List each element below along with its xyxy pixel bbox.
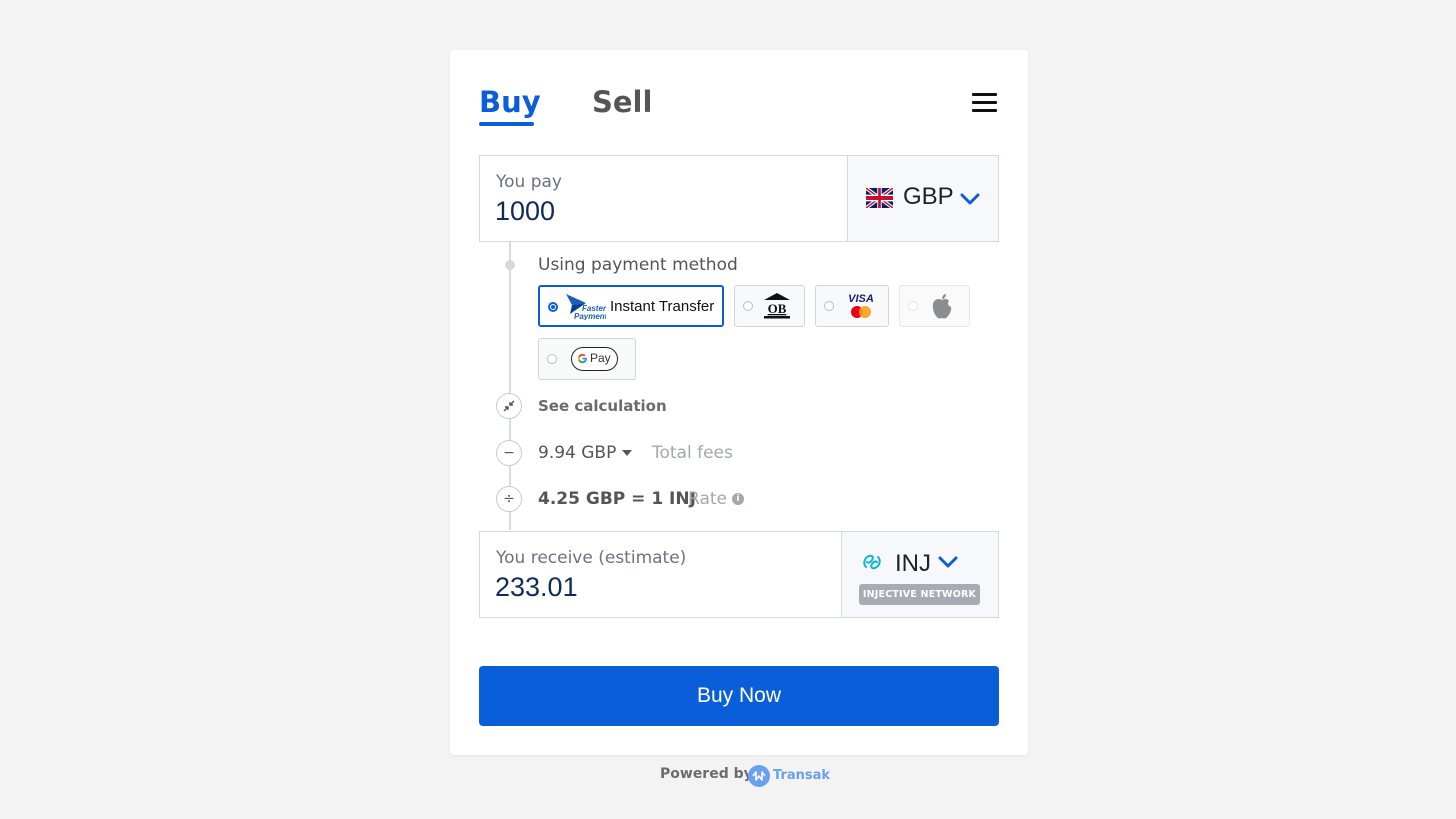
crypto-currency-code: INJ [895, 550, 931, 577]
faster-payments-logo-icon: Faster Payments [566, 294, 606, 320]
rate-label: Rate [688, 489, 727, 509]
crypto-currency-select[interactable]: INJ INJECTIVE NETWORK [841, 532, 998, 617]
fiat-currency-select[interactable]: GBP [847, 156, 998, 241]
transak-logo-icon[interactable] [748, 765, 770, 787]
radio-unselected [547, 354, 557, 364]
total-fees-label: Total fees [652, 443, 733, 463]
google-g-icon [577, 353, 587, 364]
divide-icon: ÷ [496, 486, 522, 512]
payment-method-label: Using payment method [538, 255, 738, 275]
visa-mastercard-icon: VISA [848, 293, 874, 318]
info-icon[interactable]: i [732, 493, 744, 505]
svg-text:Payments: Payments [574, 312, 606, 320]
pay-label: You pay [496, 172, 562, 192]
payment-option-apple-pay[interactable] [899, 285, 970, 327]
active-tab-indicator [479, 122, 534, 126]
uk-flag-icon [866, 188, 893, 208]
buy-now-button[interactable]: Buy Now [479, 666, 999, 726]
payment-option-card[interactable]: VISA [815, 285, 889, 327]
google-pay-badge: Pay [571, 347, 618, 371]
pay-amount-box: You pay 1000 GBP [479, 155, 999, 242]
collapse-arrows-icon[interactable] [496, 393, 522, 419]
receive-amount-box: You receive (estimate) 233.01 INJ INJECT… [479, 531, 999, 618]
svg-text:OB: OB [768, 301, 787, 316]
total-fees-toggle[interactable]: 9.94 GBP [538, 443, 633, 463]
tab-buy[interactable]: Buy [479, 82, 541, 122]
fiat-currency-code: GBP [903, 183, 954, 210]
chevron-down-icon [960, 193, 980, 205]
minus-icon: − [496, 440, 522, 466]
google-pay-label: Pay [590, 351, 611, 365]
receive-amount-value: 233.01 [495, 572, 578, 602]
timeline-dot [505, 260, 515, 270]
apple-logo-icon [932, 294, 952, 319]
widget-card: Buy Sell You pay 1000 GBP Using payment … [450, 50, 1028, 755]
payment-option-open-banking[interactable]: OB [734, 285, 805, 327]
network-badge: INJECTIVE NETWORK [859, 584, 980, 605]
caret-down-icon [622, 450, 633, 456]
radio-unselected [743, 301, 753, 311]
total-fees-value: 9.94 GBP [538, 443, 617, 463]
svg-text:VISA: VISA [848, 293, 874, 305]
payment-option-google-pay[interactable]: Pay [538, 338, 636, 380]
radio-unselected [824, 301, 834, 311]
instant-transfer-label: Instant Transfer [610, 298, 715, 315]
radio-selected [548, 302, 558, 312]
receive-label: You receive (estimate) [496, 548, 687, 568]
powered-by-label: Powered by [660, 766, 753, 782]
tab-sell[interactable]: Sell [592, 82, 652, 122]
payment-option-faster-payments[interactable]: Faster Payments Instant Transfer [538, 285, 724, 327]
see-calculation-link[interactable]: See calculation [538, 397, 667, 415]
chevron-down-icon [938, 556, 958, 568]
hamburger-menu-icon[interactable] [972, 93, 997, 113]
transak-brand-link[interactable]: Transak [773, 768, 830, 783]
exchange-rate-value: 4.25 GBP = 1 INJ [538, 489, 696, 509]
radio-unselected [908, 301, 918, 311]
open-banking-bank-icon: OB [764, 293, 790, 319]
injective-logo-icon [863, 554, 881, 570]
pay-amount-input[interactable]: 1000 [495, 196, 555, 227]
